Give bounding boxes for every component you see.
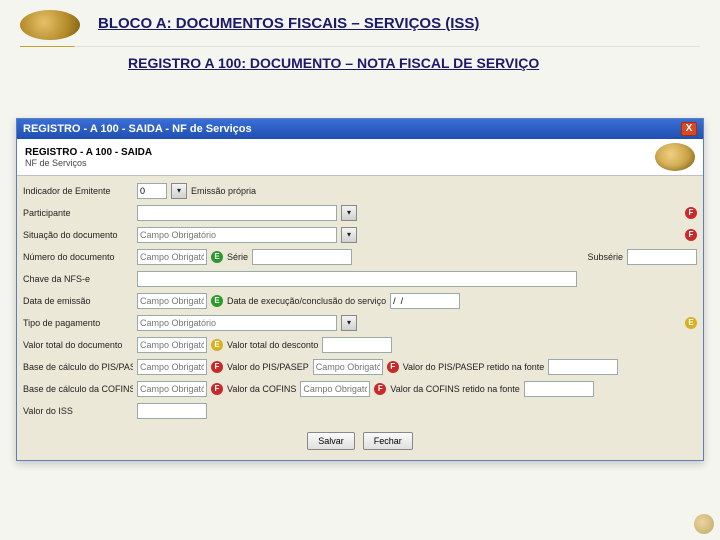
label-base-pis: Base de cálculo do PIS/PASEP — [23, 362, 133, 372]
label-numero: Número do documento — [23, 252, 133, 262]
input-participante[interactable] — [137, 205, 337, 221]
label-pis-ret: Valor do PIS/PASEP retido na fonte — [403, 362, 545, 372]
label-subserie: Subsérie — [587, 252, 623, 262]
input-subserie[interactable] — [627, 249, 697, 265]
input-base-pis[interactable] — [137, 359, 207, 375]
label-situacao: Situação do documento — [23, 230, 133, 240]
badge-cofins-ret: F — [374, 383, 386, 395]
window-titlebar: REGISTRO - A 100 - SAIDA - NF de Serviço… — [17, 119, 703, 139]
label-valor-desc: Valor total do desconto — [227, 340, 318, 350]
badge-valor-pis: F — [211, 361, 223, 373]
input-pis-ret[interactable] — [548, 359, 618, 375]
flag-tipo-pag: E — [685, 317, 697, 329]
sped-logo — [20, 10, 80, 40]
input-serie[interactable] — [252, 249, 352, 265]
label-cofins-ret: Valor da COFINS retido na fonte — [390, 384, 519, 394]
label-chave: Chave da NFS-e — [23, 274, 133, 284]
input-data-exec[interactable] — [390, 293, 460, 309]
input-base-cofins[interactable] — [137, 381, 207, 397]
input-tipo-pag[interactable] — [137, 315, 337, 331]
input-valor-iss[interactable] — [137, 403, 207, 419]
window-title: REGISTRO - A 100 - SAIDA - NF de Serviço… — [23, 123, 252, 135]
header-subtext: NF de Serviços — [25, 158, 152, 168]
badge-valor-desc: E — [211, 339, 223, 351]
slide-subtitle: REGISTRO A 100: DOCUMENTO – NOTA FISCAL … — [128, 55, 700, 71]
badge-valor-cofins: F — [211, 383, 223, 395]
button-row: Salvar Fechar — [23, 422, 697, 450]
slide-title: BLOCO A: DOCUMENTOS FISCAIS – SERVIÇOS (… — [98, 15, 700, 32]
label-valor-pis: Valor do PIS/PASEP — [227, 362, 309, 372]
label-tipo-pag: Tipo de pagamento — [23, 318, 133, 328]
flag-participante: F — [685, 207, 697, 219]
input-valor-cofins[interactable] — [300, 381, 370, 397]
label-valor-total: Valor total do documento — [23, 340, 133, 350]
input-valor-desc[interactable] — [322, 337, 392, 353]
input-numero[interactable] — [137, 249, 207, 265]
label-base-cofins: Base de cálculo da COFINS — [23, 384, 133, 394]
form-body: Indicador de Emitente ▾ Emissão própria … — [17, 176, 703, 460]
indicador-desc: Emissão própria — [191, 186, 256, 196]
input-situacao[interactable] — [137, 227, 337, 243]
label-valor-cofins: Valor da COFINS — [227, 384, 296, 394]
label-indicador: Indicador de Emitente — [23, 186, 133, 196]
input-cofins-ret[interactable] — [524, 381, 594, 397]
dropdown-indicador[interactable]: ▾ — [171, 183, 187, 199]
flag-situacao: F — [685, 229, 697, 241]
badge-serie: E — [211, 251, 223, 263]
label-participante: Participante — [23, 208, 133, 218]
input-indicador[interactable] — [137, 183, 167, 199]
close-button[interactable]: X — [681, 122, 697, 136]
slide-header: BLOCO A: DOCUMENTOS FISCAIS – SERVIÇOS (… — [0, 0, 720, 71]
input-data-emissao[interactable] — [137, 293, 207, 309]
label-valor-iss: Valor do ISS — [23, 406, 133, 416]
dropdown-situacao[interactable]: ▾ — [341, 227, 357, 243]
input-valor-pis[interactable] — [313, 359, 383, 375]
corner-logo — [694, 514, 714, 534]
badge-pis-ret: F — [387, 361, 399, 373]
label-data-exec: Data de execução/conclusão do serviço — [227, 296, 386, 306]
input-chave[interactable] — [137, 271, 577, 287]
input-valor-total[interactable] — [137, 337, 207, 353]
dropdown-tipo-pag[interactable]: ▾ — [341, 315, 357, 331]
registro-window: REGISTRO - A 100 - SAIDA - NF de Serviço… — [16, 118, 704, 461]
coin-icon — [655, 143, 695, 171]
label-serie: Série — [227, 252, 248, 262]
close-form-button[interactable]: Fechar — [363, 432, 413, 450]
label-data-emissao: Data de emissão — [23, 296, 133, 306]
dropdown-participante[interactable]: ▾ — [341, 205, 357, 221]
divider — [20, 46, 700, 47]
header-text: REGISTRO - A 100 - SAIDA — [25, 147, 152, 158]
save-button[interactable]: Salvar — [307, 432, 355, 450]
window-header: REGISTRO - A 100 - SAIDA NF de Serviços — [17, 139, 703, 176]
logo-row: BLOCO A: DOCUMENTOS FISCAIS – SERVIÇOS (… — [20, 10, 700, 40]
badge-data-exec: E — [211, 295, 223, 307]
